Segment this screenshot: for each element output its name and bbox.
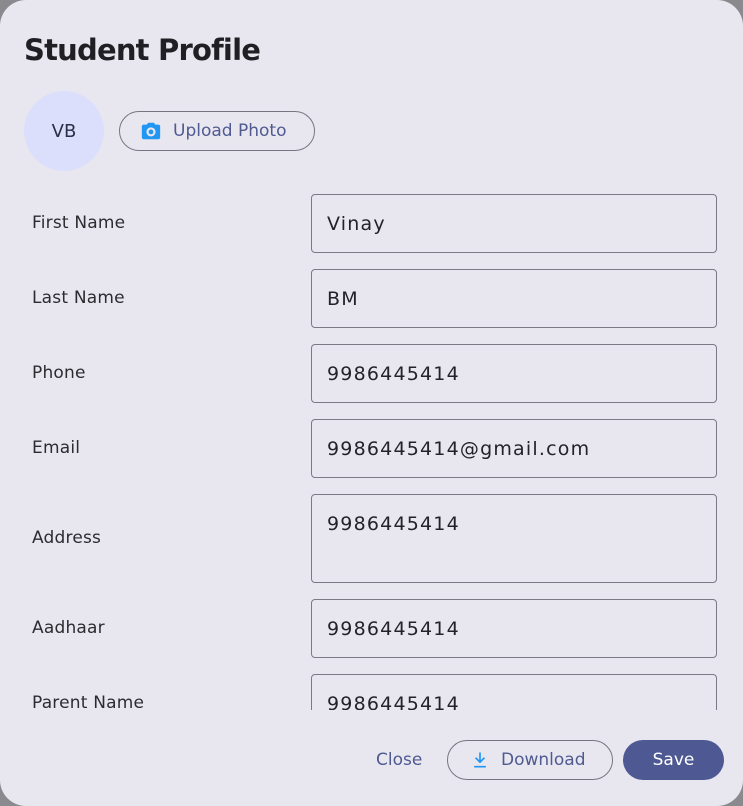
phone-label: Phone <box>32 363 86 383</box>
download-icon <box>470 750 490 770</box>
parent-name-label: Parent Name <box>32 693 145 710</box>
camera-icon <box>140 120 162 142</box>
avatar: VB <box>24 91 104 171</box>
first-name-label: First Name <box>32 213 126 233</box>
email-label: Email <box>32 438 81 458</box>
address-label: Address <box>32 528 102 548</box>
save-button[interactable]: Save <box>623 740 724 780</box>
aadhaar-label: Aadhaar <box>32 618 105 638</box>
aadhaar-input[interactable]: 9986445414 <box>311 599 717 658</box>
upload-photo-button[interactable]: Upload Photo <box>119 111 315 151</box>
last-name-input[interactable]: BM <box>311 269 717 328</box>
last-name-label: Last Name <box>32 288 125 308</box>
student-profile-dialog: Student Profile VB Upload Photo First Na… <box>0 0 743 806</box>
close-button[interactable]: Close <box>372 740 426 780</box>
download-label: Download <box>501 750 586 770</box>
dialog-title: Student Profile <box>24 33 261 67</box>
upload-photo-label: Upload Photo <box>173 121 287 141</box>
dialog-actions: Close Download Save <box>0 720 743 800</box>
address-textarea[interactable]: 9986445414 <box>311 494 717 583</box>
email-input[interactable]: 9986445414@gmail.com <box>311 419 717 478</box>
save-label: Save <box>652 750 695 770</box>
first-name-input[interactable]: Vinay <box>311 194 717 253</box>
phone-input[interactable]: 9986445414 <box>311 344 717 403</box>
parent-name-input[interactable]: 9986445414 <box>311 674 717 710</box>
profile-form[interactable]: First Name Vinay Last Name BM Phone 9986… <box>0 180 743 710</box>
avatar-initials: VB <box>51 120 77 142</box>
download-button[interactable]: Download <box>447 740 613 780</box>
